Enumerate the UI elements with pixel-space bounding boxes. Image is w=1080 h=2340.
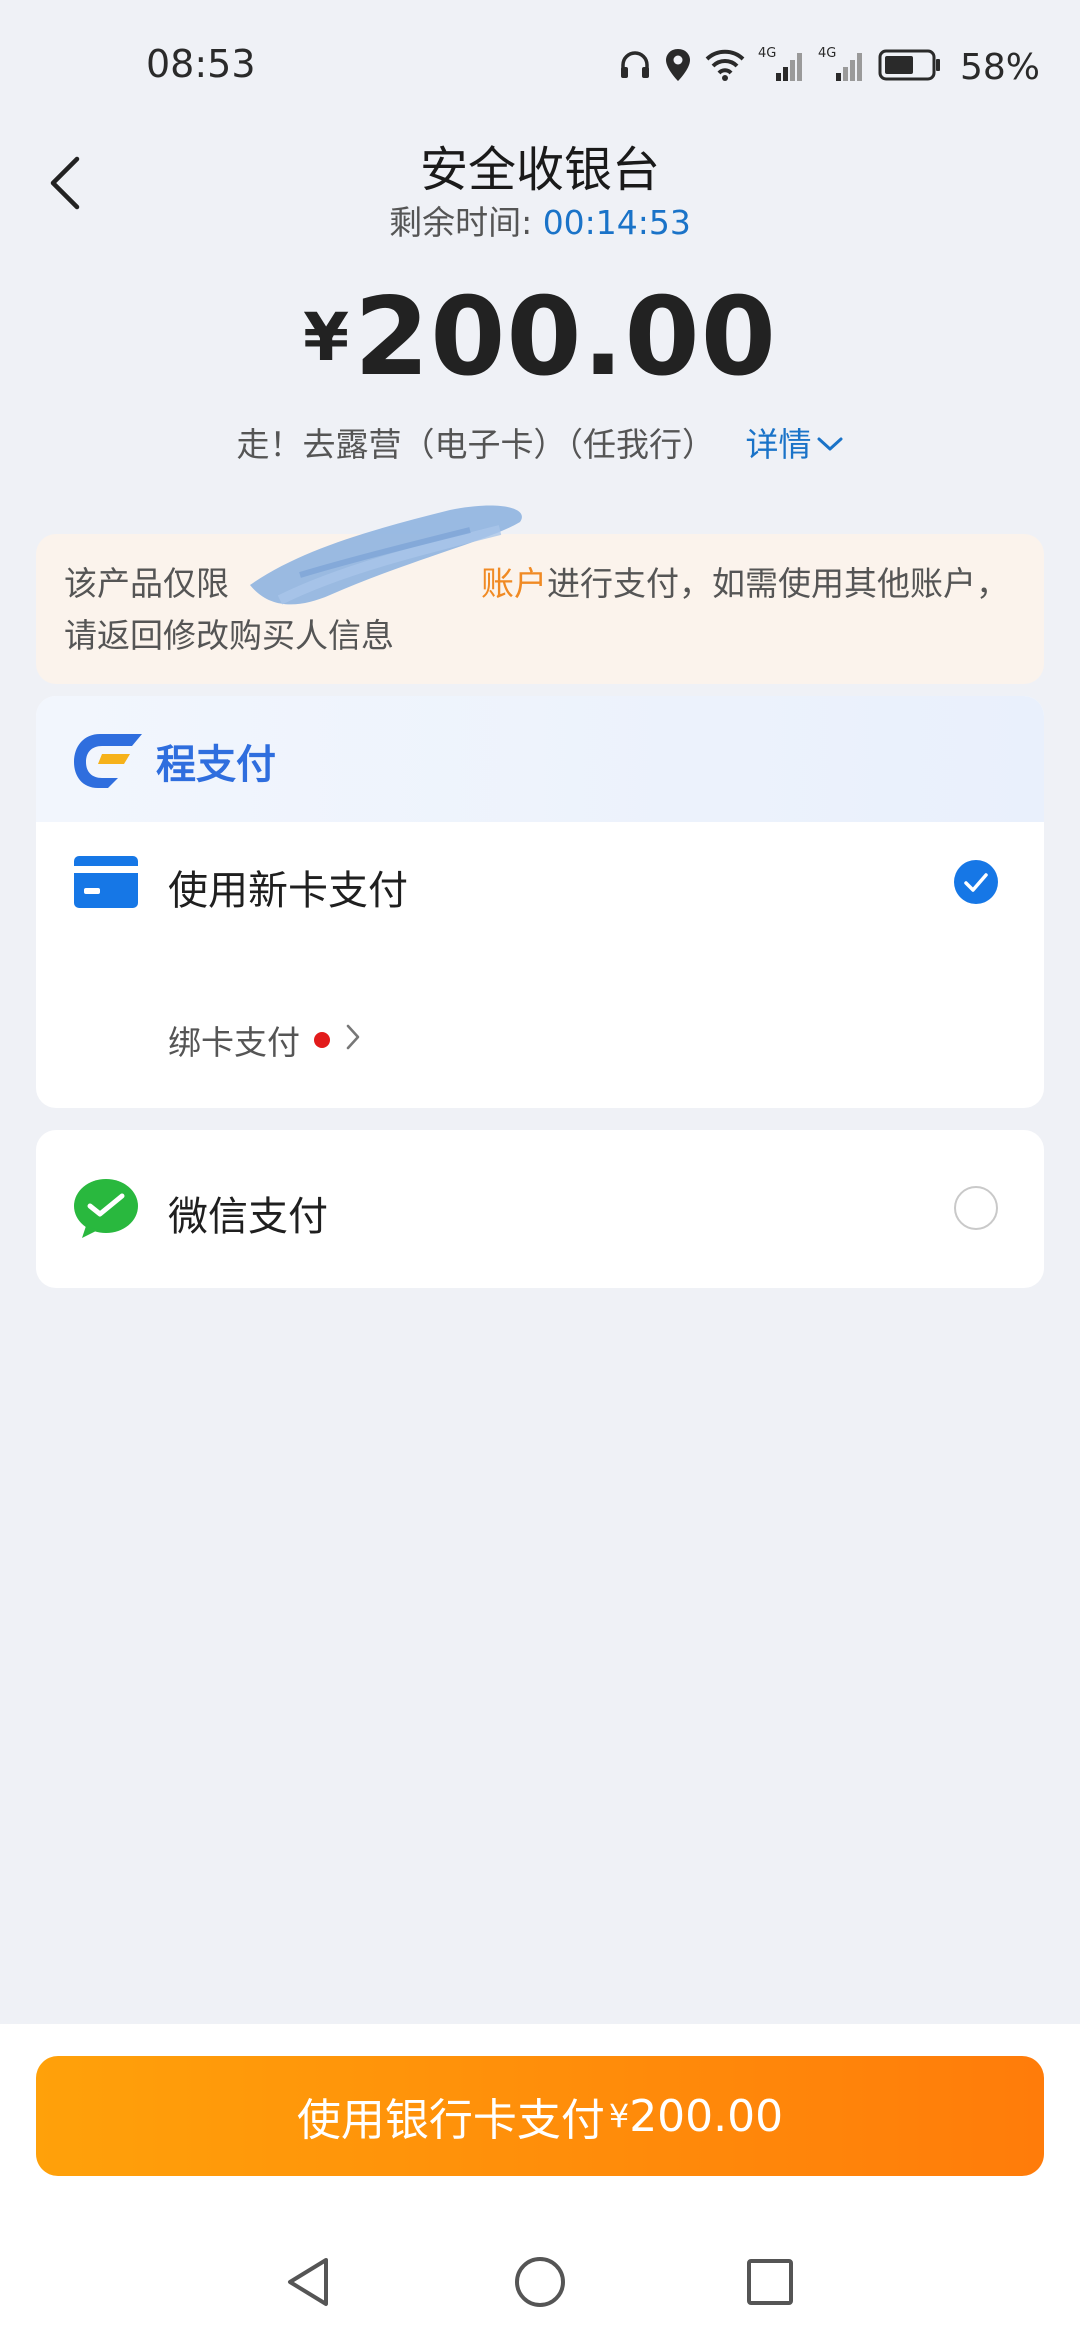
wifi-icon: [704, 48, 746, 86]
headphones-icon: [618, 48, 652, 86]
page-title: 安全收银台: [419, 142, 660, 198]
check-icon: [964, 873, 988, 892]
square-recents-icon: [747, 2259, 793, 2305]
triangle-back-icon: [288, 2258, 328, 2306]
redaction-scribble: [240, 490, 540, 620]
brand-logo-icon: [72, 732, 144, 790]
svg-text:4G: 4G: [758, 46, 776, 61]
battery-percent: 58%: [959, 46, 1040, 88]
status-icons: 4G 4G 58%: [618, 44, 1040, 90]
wechat-pay-radio[interactable]: [954, 1186, 998, 1230]
pay-button-currency: ¥: [608, 2097, 630, 2135]
timer-value: 00:14:53: [542, 203, 691, 242]
bind-card-label: 绑卡支付: [168, 1023, 300, 1062]
detail-label: 详情: [745, 425, 812, 464]
timer-label: 剩余时间:: [389, 203, 543, 242]
system-navigation-bar: [0, 2220, 1080, 2340]
account-restriction-notice: 该产品仅限 账户进行支付，如需使用其他账户，请返回修改购买人信息: [36, 534, 1044, 684]
chevron-right-icon: [344, 1021, 362, 1060]
order-amount: ¥200.00: [0, 275, 1080, 400]
status-time: 08:53: [146, 42, 256, 86]
wechat-pay-icon: [72, 1176, 140, 1238]
pay-button[interactable]: 使用银行卡支付 ¥200.00: [36, 2056, 1044, 2176]
product-info: 走！去露营（电子卡）（任我行） 详情: [0, 418, 1080, 466]
wechat-pay-label: 微信支付: [168, 1194, 328, 1240]
detail-link[interactable]: 详情: [746, 418, 844, 466]
credit-card-icon: [72, 852, 140, 912]
signal-4g-icon: 4G: [758, 45, 806, 89]
nav-recents-button[interactable]: [730, 2242, 810, 2322]
product-name: 走！去露营（电子卡）（任我行）: [236, 425, 716, 464]
notice-prefix: 该产品仅限: [64, 564, 229, 603]
new-card-radio[interactable]: [954, 860, 998, 904]
chevron-down-icon: [816, 423, 844, 462]
amount-value: 200.00: [354, 275, 777, 400]
brand-name: 程支付: [156, 742, 276, 788]
circle-home-icon: [515, 2257, 565, 2307]
bank-card-payment-panel: 程支付 使用新卡支付 绑卡支付: [36, 696, 1044, 1108]
signal-4g-icon: 4G: [818, 45, 866, 89]
location-icon: [664, 47, 692, 87]
pay-button-label: 使用银行卡支付: [296, 2095, 605, 2146]
nav-home-button[interactable]: [500, 2242, 580, 2322]
new-card-payment-option[interactable]: 使用新卡支付: [36, 822, 1044, 942]
wechat-pay-option[interactable]: 微信支付: [36, 1130, 1044, 1288]
countdown-timer: 剩余时间: 00:14:53: [0, 196, 1080, 244]
brand-header: 程支付: [36, 696, 1044, 822]
svg-text:4G: 4G: [818, 46, 836, 61]
status-bar: 08:53 4G 4G 58%: [0, 0, 1080, 130]
notification-dot: [314, 1032, 330, 1048]
currency-symbol: ¥: [303, 299, 351, 376]
battery-icon: [878, 48, 942, 86]
bind-card-link[interactable]: 绑卡支付: [168, 1016, 362, 1064]
nav-back-button[interactable]: [268, 2242, 348, 2322]
pay-button-amount: 200.00: [629, 2090, 784, 2142]
new-card-label: 使用新卡支付: [168, 868, 408, 914]
